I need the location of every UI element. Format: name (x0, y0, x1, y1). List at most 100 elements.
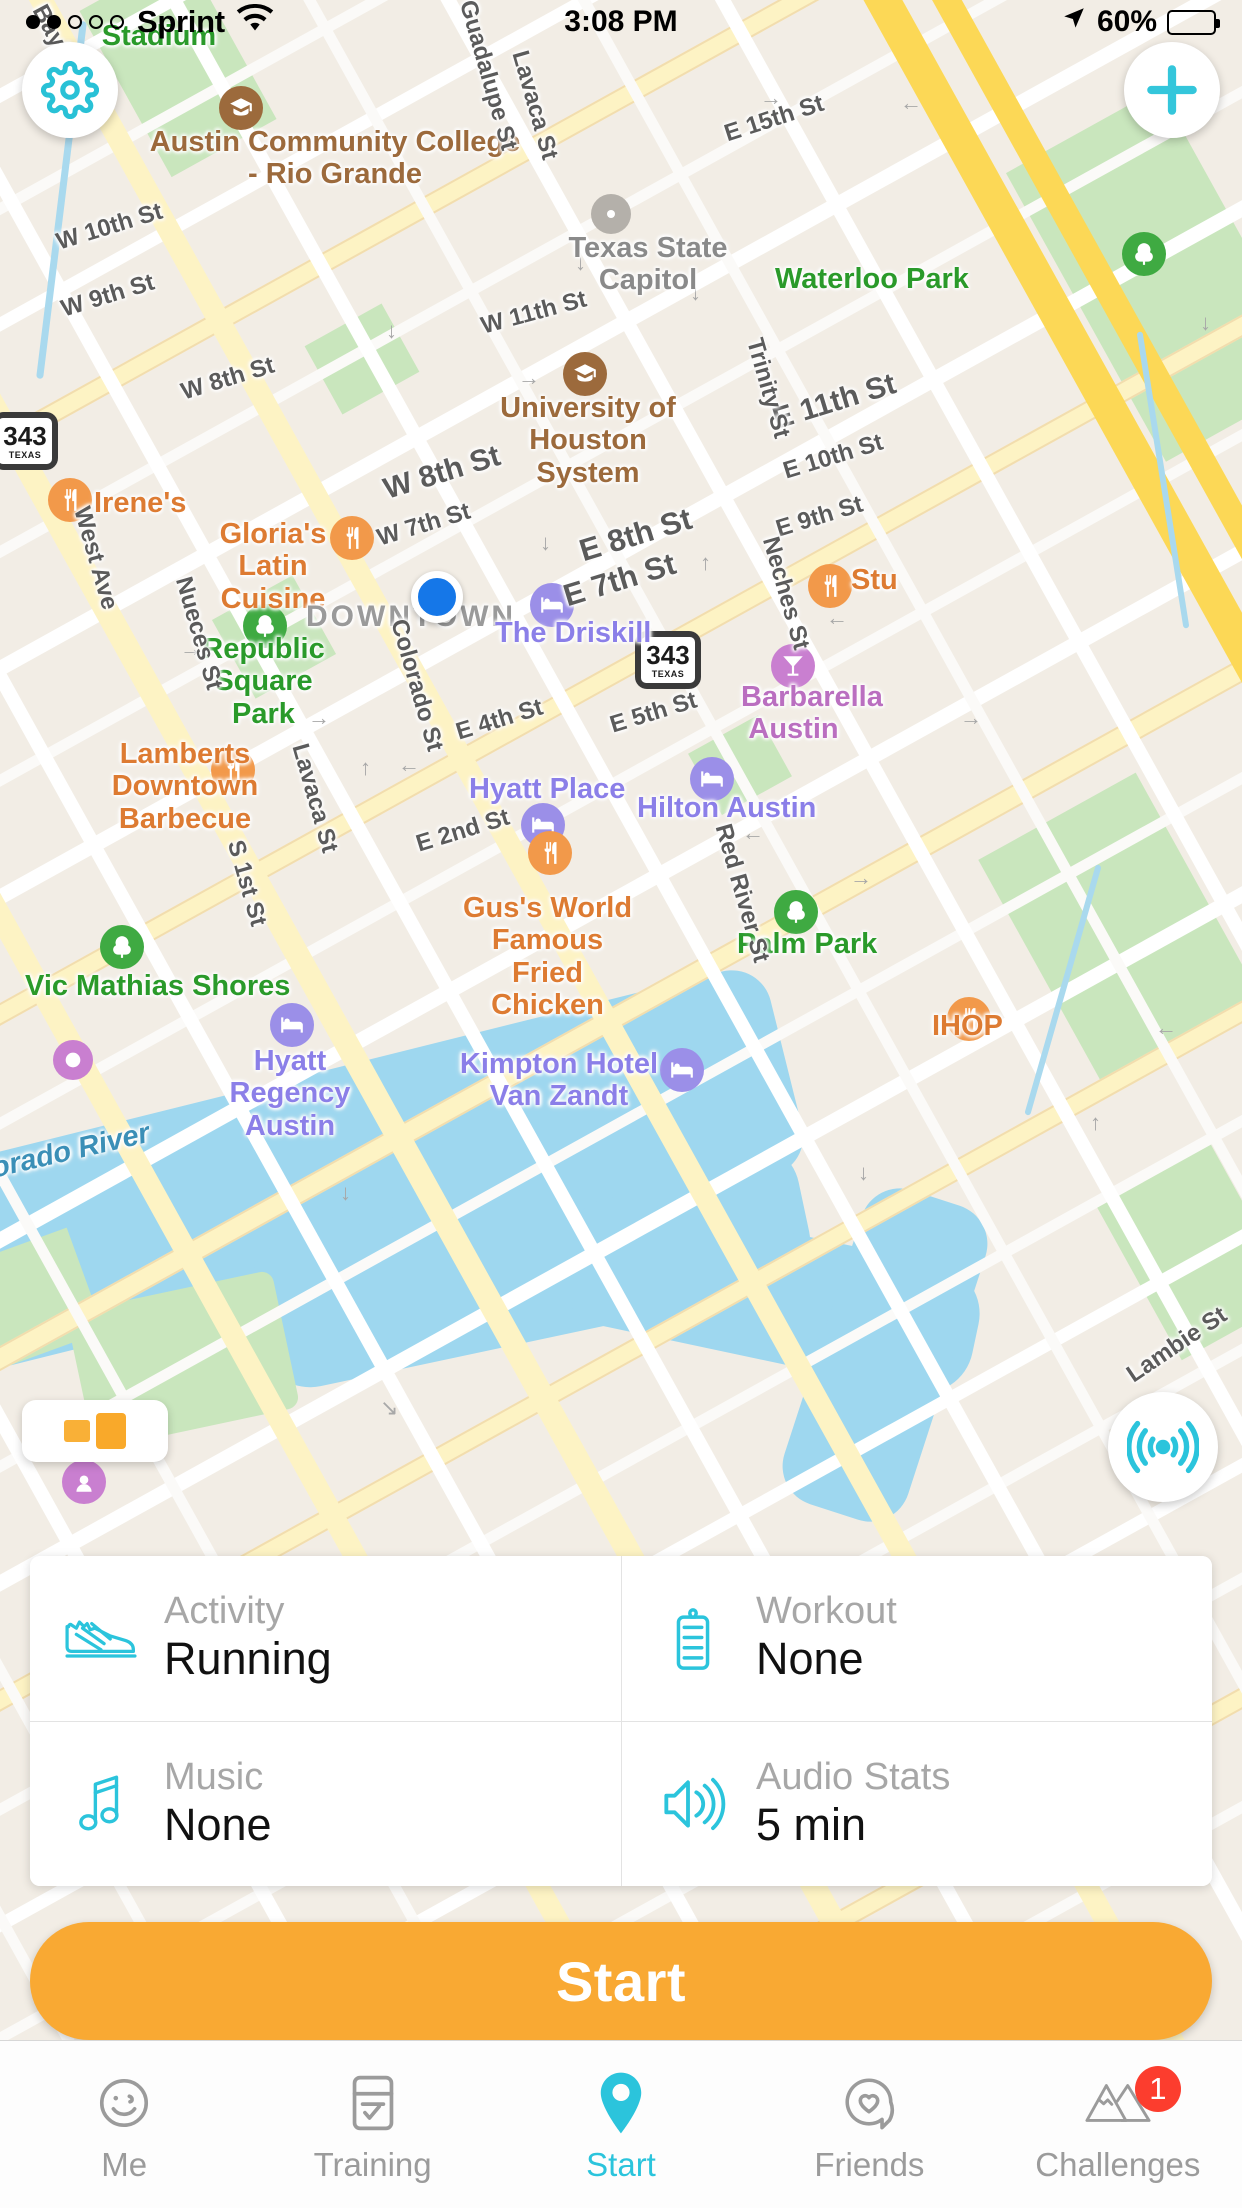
workout-options-card: Activity Running Workout None Music None… (30, 1556, 1212, 1886)
option-music[interactable]: Music None (30, 1721, 621, 1886)
poi-pin-hotel-van-zandt[interactable] (660, 1048, 704, 1092)
direction-arrow: ← (900, 90, 922, 115)
direction-arrow: → (308, 705, 330, 730)
poi-pin-park-waterloo[interactable] (1122, 232, 1166, 276)
option-activity-text: Activity Running (164, 1590, 332, 1685)
option-music-text: Music None (164, 1755, 272, 1850)
option-label: Workout (756, 1590, 897, 1633)
option-workout[interactable]: Workout None (621, 1556, 1212, 1721)
direction-arrow: ↓ (575, 250, 586, 275)
direction-arrow: → (180, 636, 202, 661)
status-bar: Sprint 3:08 PM 60% (0, 0, 1242, 44)
add-button[interactable] (1124, 42, 1220, 138)
poi-pin-education[interactable] (219, 86, 263, 130)
poi-pin-park-vic-mathias[interactable] (100, 925, 144, 969)
poi-pin-government[interactable] (591, 194, 631, 234)
tab-bar: Me Training Start Friends 1 Challenges (0, 2040, 1242, 2208)
poi-pin-food-glorias[interactable] (330, 516, 374, 560)
settings-button[interactable] (22, 42, 118, 138)
mountains-icon: 1 (1085, 2065, 1181, 2134)
poi-pin-bar-center[interactable] (62, 1460, 106, 1504)
direction-arrow: ↑ (700, 550, 711, 575)
direction-arrow: ← (1155, 1015, 1177, 1040)
battery-icon (1167, 9, 1220, 35)
tab-label: Me (101, 2145, 148, 2183)
highway-shield-343-center[interactable]: 343 TEXAS (635, 631, 701, 689)
direction-arrow: → (960, 705, 982, 730)
gps-broadcast-button[interactable] (1108, 1392, 1218, 1502)
battery-percent-label: 60% (1096, 5, 1157, 38)
current-location-dot (411, 571, 463, 623)
poi-pin-bar-barbarella[interactable] (771, 644, 815, 688)
tab-label: Start (586, 2145, 656, 2183)
bar-chart-icon-bar-short (64, 1420, 90, 1442)
map-pin-icon (593, 2072, 649, 2134)
smiley-face-icon (95, 2072, 153, 2134)
poi-pin-education-uh[interactable] (563, 352, 607, 396)
option-audio-stats-text: Audio Stats 5 min (756, 1757, 950, 1850)
direction-arrow: → (518, 365, 540, 390)
direction-arrow: ↓ (858, 1160, 869, 1185)
direction-arrow: ↓ (540, 530, 551, 555)
challenges-badge: 1 (1134, 2065, 1181, 2112)
shield-number: 343 (3, 420, 47, 451)
clipboard-icon (656, 1607, 730, 1671)
option-value: None (164, 1798, 272, 1850)
direction-arrow: ← (398, 752, 420, 777)
tab-me[interactable]: Me (0, 2041, 248, 2208)
shield-state: TEXAS (651, 668, 685, 679)
poi-pin-food-ihop[interactable] (947, 997, 991, 1041)
direction-arrow: ↑ (360, 755, 371, 780)
shield-number: 343 (646, 639, 690, 670)
option-label: Activity (164, 1590, 285, 1633)
highway-shield-343-left[interactable]: 343 TEXAS (0, 412, 58, 470)
option-value: 5 min (756, 1798, 867, 1850)
direction-arrow: ↓ (1200, 310, 1211, 335)
tab-label: Training (313, 2145, 432, 2183)
tab-training[interactable]: Training (248, 2041, 496, 2208)
direction-arrow: ↓ (690, 280, 701, 305)
direction-arrow: ↑ (1090, 1110, 1101, 1135)
start-button-label: Start (555, 1949, 687, 2013)
poi-pin-park-palm[interactable] (774, 890, 818, 934)
bottom-panel: Activity Running Workout None Music None… (0, 1556, 1242, 2040)
poi-pin-hotel-driskill[interactable] (530, 583, 574, 627)
option-workout-text: Workout None (756, 1590, 897, 1684)
poi-pin-hotel-hyatt-regency[interactable] (270, 1003, 314, 1047)
poi-pin-food-stu[interactable] (808, 564, 852, 608)
heart-chat-icon (840, 2072, 898, 2134)
tab-label: Challenges (1035, 2145, 1201, 2183)
direction-arrow: ↓ (386, 318, 397, 343)
poi-pin-food-gus[interactable] (528, 831, 572, 875)
checklist-icon (346, 2072, 400, 2134)
option-label: Music (164, 1755, 264, 1798)
direction-arrow: ← (742, 820, 764, 845)
direction-arrow: ← (826, 605, 848, 630)
poi-pin-food-lamberts[interactable] (211, 748, 255, 792)
direction-arrow: ↓ (340, 1180, 351, 1205)
running-shoe-icon (64, 1614, 138, 1664)
plus-icon (1141, 59, 1203, 121)
poi-pin-food-irenes[interactable] (48, 478, 92, 522)
music-note-icon (64, 1773, 138, 1835)
shield-state: TEXAS (8, 449, 42, 460)
option-activity[interactable]: Activity Running (30, 1556, 621, 1721)
bar-chart-icon-bar-tall (96, 1413, 126, 1449)
tab-start[interactable]: Start (497, 2041, 745, 2208)
gear-icon (41, 61, 99, 119)
broadcast-signal-icon (1127, 1411, 1199, 1483)
app-screen: → ↓ ↓ → ↓ ↓ ← → ↑ → ← ← → ↑ ↓ ↓ ↑ → ↓ → … (0, 0, 1242, 2208)
direction-arrow: → (760, 85, 782, 110)
option-value: Running (164, 1633, 332, 1685)
speaker-icon (656, 1774, 730, 1834)
tab-friends[interactable]: Friends (745, 2041, 993, 2208)
map-legend-button[interactable] (22, 1400, 168, 1462)
option-audio-stats[interactable]: Audio Stats 5 min (621, 1721, 1212, 1886)
poi-pin-hotel-hilton[interactable] (690, 757, 734, 801)
poi-pin-bar-left[interactable] (53, 1040, 93, 1080)
tab-label: Friends (814, 2145, 925, 2183)
poi-pin-park-republic[interactable] (243, 604, 287, 648)
tab-challenges[interactable]: 1 Challenges (994, 2041, 1242, 2208)
direction-arrow: → (850, 865, 872, 890)
start-button[interactable]: Start (30, 1922, 1212, 2040)
